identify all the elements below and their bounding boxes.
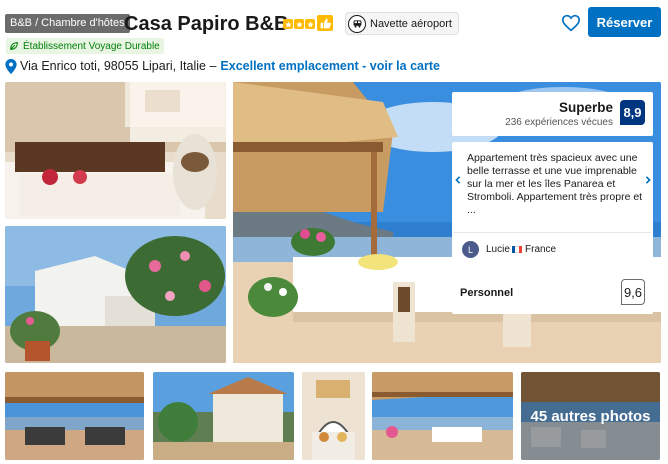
score-card[interactable]: Superbe 236 expériences vécues 8,9 <box>452 92 653 136</box>
reviewer-name: Lucie <box>486 244 510 255</box>
photo-thumb-3[interactable] <box>302 372 365 460</box>
score-badge: 8,9 <box>620 100 645 125</box>
eco-label: Établissement Voyage Durable <box>23 40 160 52</box>
property-type-badge: B&B / Chambre d'hôtes <box>5 14 130 33</box>
star-icon <box>305 19 315 29</box>
heart-icon[interactable] <box>560 13 582 33</box>
france-flag-icon <box>512 246 522 253</box>
score-label: Superbe <box>558 100 613 115</box>
photo-thumb-2[interactable] <box>153 372 294 460</box>
photo-thumb-1[interactable] <box>5 372 144 460</box>
photo-bedroom[interactable] <box>5 82 226 219</box>
view-map-link[interactable]: Excellent emplacement - voir la carte <box>220 58 440 74</box>
review-text: Appartement très spacieux avec une belle… <box>467 152 643 216</box>
star-icon <box>294 19 304 29</box>
star-rating <box>283 19 315 29</box>
shuttle-icon <box>348 14 366 33</box>
avatar: L <box>462 241 479 258</box>
photo-garden[interactable] <box>5 226 226 363</box>
chevron-left-icon[interactable] <box>452 174 464 186</box>
star-icon <box>283 19 293 29</box>
staff-score-badge: 9,6 <box>621 279 645 305</box>
review-count: 236 expériences vécues <box>505 117 613 128</box>
hotel-title: Casa Papiro B&B <box>124 13 289 35</box>
shuttle-label: Navette aéroport <box>370 17 452 30</box>
reviewer-country: France <box>525 244 557 255</box>
address-line: Via Enrico toti, 98055 Lipari, Italie – … <box>5 58 440 74</box>
airport-shuttle-badge: Navette aéroport <box>345 12 459 35</box>
staff-score-card[interactable]: Personnel 9,6 <box>452 270 653 314</box>
leaf-icon <box>10 42 18 50</box>
reserve-button[interactable]: Réserver <box>588 7 661 37</box>
staff-label: Personnel <box>460 287 514 299</box>
photo-thumb-4[interactable] <box>372 372 513 460</box>
address-text: Via Enrico toti, 98055 Lipari, Italie – <box>20 59 217 73</box>
more-photos-overlay[interactable]: 45 autres photos <box>521 372 660 460</box>
chevron-right-icon[interactable] <box>642 174 654 186</box>
divider <box>454 232 651 233</box>
eco-badge: Établissement Voyage Durable <box>6 38 164 54</box>
review-card[interactable]: Appartement très spacieux avec une belle… <box>452 142 653 264</box>
map-pin-icon <box>5 58 17 74</box>
thumbs-up-icon[interactable] <box>317 15 333 31</box>
